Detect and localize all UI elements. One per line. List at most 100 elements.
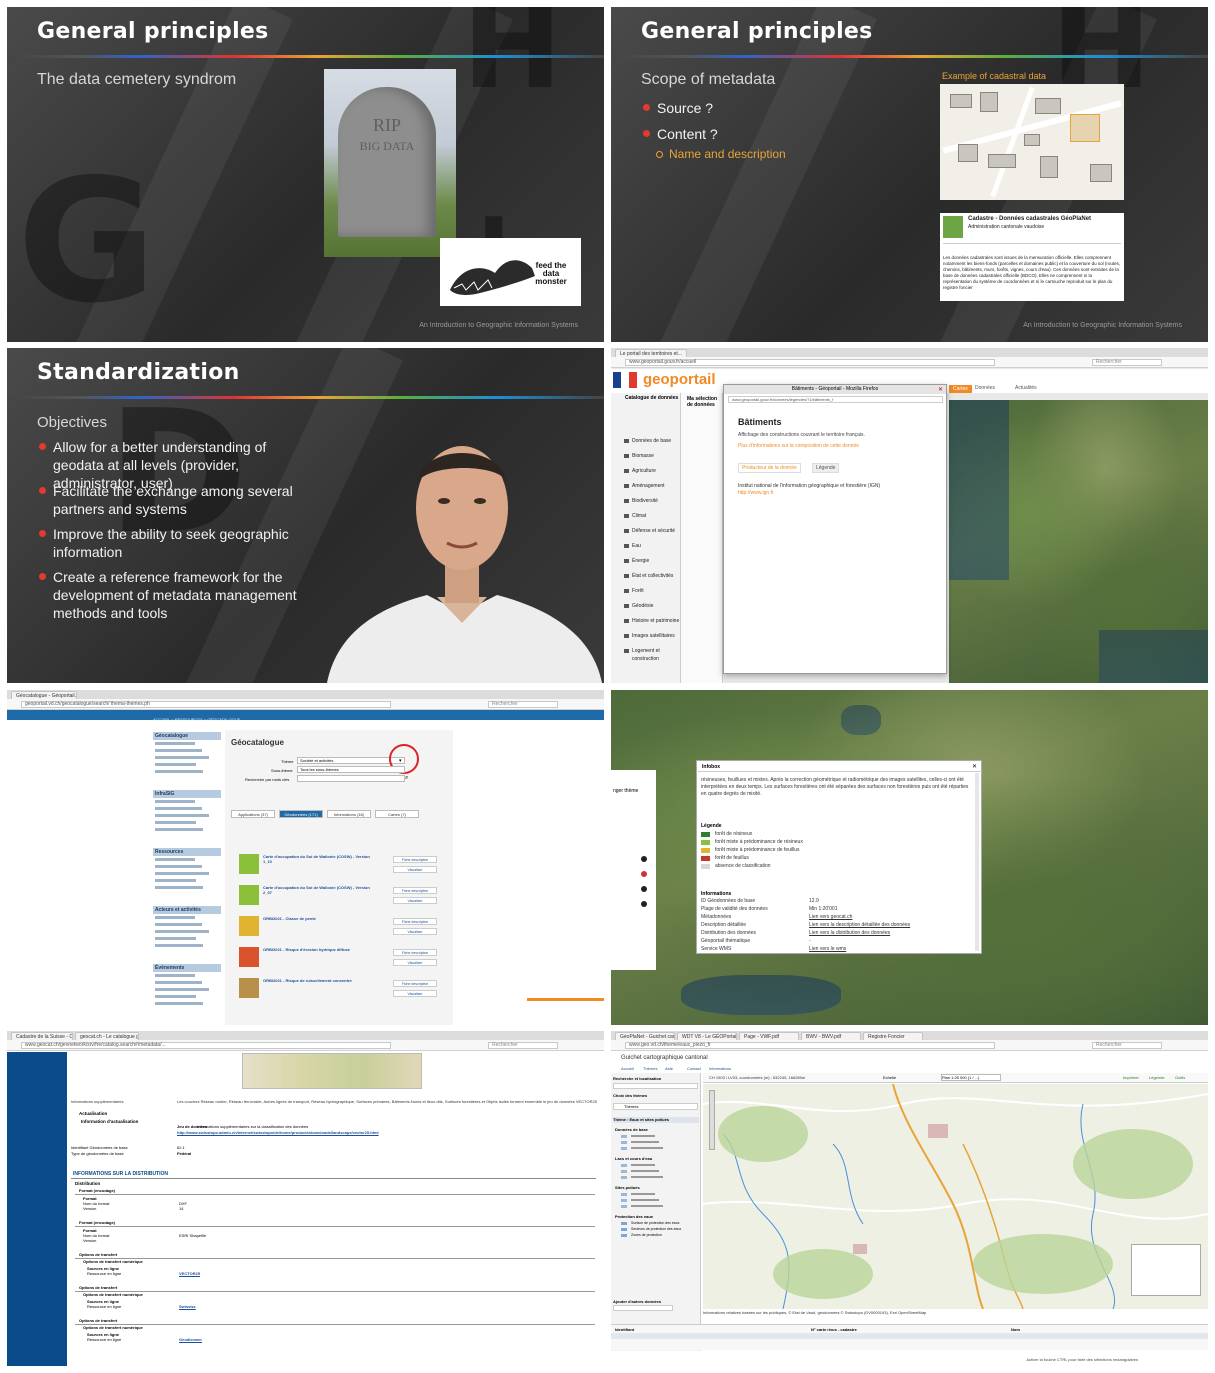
dataset-link[interactable]: http://www.swisstopo.admin.ch/internet/s… [177, 1130, 387, 1135]
catalog-item[interactable]: Biomasse [623, 452, 681, 460]
catalog-item[interactable]: État et collectivités [623, 572, 681, 580]
overview-map[interactable] [1131, 1244, 1201, 1296]
side-menu-link[interactable] [155, 821, 196, 824]
toolbar-button[interactable]: Légende [1149, 1075, 1165, 1080]
info-icon[interactable] [641, 886, 647, 892]
side-menu-link[interactable] [155, 930, 209, 933]
search-input[interactable]: Rechercher [488, 701, 558, 708]
scrollbar[interactable] [975, 773, 979, 951]
info-link[interactable]: Lien vers le wms [809, 946, 846, 952]
producer-link[interactable]: http://www.ign.fr [738, 490, 774, 496]
location-input[interactable] [613, 1083, 698, 1089]
catalog-item[interactable]: Forêt [623, 587, 681, 595]
result-title[interactable]: Carte d'occupation du Sol de Wallonie (C… [263, 854, 373, 864]
menu-item[interactable]: Thèmes [643, 1066, 657, 1071]
description-button[interactable]: Fiche descriptive [393, 856, 437, 863]
result-tab[interactable]: Informations (18) [327, 810, 371, 818]
browser-tab[interactable]: WDT V8 - Le GÉOPortail v... [677, 1032, 737, 1040]
side-menu-link[interactable] [155, 742, 195, 745]
layer-item-bar[interactable] [631, 1147, 663, 1149]
side-section-header[interactable]: Géocatalogue [153, 732, 221, 740]
side-section-header[interactable]: Ressources [153, 848, 221, 856]
menu-item[interactable]: Informations [709, 1066, 731, 1071]
result-tab[interactable]: Géodonnées (171) [279, 810, 323, 818]
side-menu-link[interactable] [155, 807, 202, 810]
table-header[interactable]: Identifiant [615, 1327, 634, 1332]
layer-group[interactable]: Lacs et cours d'eau [615, 1156, 652, 1161]
catalog-item[interactable]: Données de base [623, 437, 681, 445]
keyword-input[interactable] [297, 775, 405, 782]
browser-tab[interactable]: Page - VWF.pdf [739, 1032, 799, 1040]
layer-item-bar[interactable] [631, 1176, 663, 1178]
change-theme-label[interactable]: nger thème [613, 788, 638, 794]
info-link[interactable]: Lien vers la distribution des données [809, 930, 890, 936]
side-section-header[interactable]: Évènements [153, 964, 221, 972]
result-title[interactable]: Carte d'occupation du Sol de Wallonie (C… [263, 885, 373, 895]
catalog-item[interactable]: Climat [623, 512, 681, 520]
side-menu-link[interactable] [155, 865, 202, 868]
result-title[interactable]: ORBI2021 - Risque d'érosion hydrique dif… [263, 947, 373, 952]
theme-select[interactable]: Thèmes [613, 1103, 698, 1110]
side-menu-link[interactable] [155, 937, 196, 940]
scale-select[interactable]: Plan 1:25 000 (1 / ...) [941, 1074, 1001, 1081]
info-link[interactable]: Lien vers la description détaillée des d… [809, 922, 910, 928]
side-menu-link[interactable] [155, 944, 203, 947]
side-menu-link[interactable] [155, 916, 195, 919]
info-icon[interactable] [641, 871, 647, 877]
layer-item[interactable]: Zones de protection [631, 1233, 662, 1237]
view-button[interactable]: Visualiser [393, 959, 437, 966]
tab-producer[interactable]: Producteur de la donnée [738, 463, 801, 473]
browser-tab[interactable]: GéoPlaNet - Guichet carto... [615, 1032, 675, 1040]
search-icon[interactable]: ⌕ [405, 775, 408, 782]
side-section-header[interactable]: Acteurs et activités [153, 906, 221, 914]
info-link[interactable]: Lien vers geocat.ch [809, 914, 852, 920]
browser-tab[interactable]: Cadastre de la Suisse - Confé... [11, 1032, 73, 1040]
zoom-slider[interactable] [709, 1090, 715, 1150]
side-menu-link[interactable] [155, 886, 203, 889]
layer-item-bar[interactable] [631, 1170, 659, 1172]
menu-item[interactable]: Contact [687, 1066, 701, 1071]
info-icon[interactable] [641, 856, 647, 862]
result-thumbnail[interactable] [239, 885, 259, 905]
side-menu-link[interactable] [155, 879, 196, 882]
more-info-link[interactable]: Plus d'informations sur la composition d… [738, 443, 859, 449]
side-menu-link[interactable] [155, 756, 209, 759]
add-data-input[interactable] [613, 1305, 673, 1311]
catalog-item[interactable]: Géodésie [623, 602, 681, 610]
resource-link[interactable]: VECTOR25 [179, 1271, 200, 1276]
view-button[interactable]: Visualiser [393, 897, 437, 904]
nav-cartes[interactable]: Cartes [949, 385, 972, 393]
layer-group[interactable]: Sites pollués [615, 1185, 640, 1190]
layer-item-bar[interactable] [631, 1193, 655, 1195]
result-thumbnail[interactable] [239, 916, 259, 936]
description-button[interactable]: Fiche descriptive [393, 980, 437, 987]
subtheme-select[interactable]: Tous les sous-thèmes [297, 766, 405, 773]
side-menu-link[interactable] [155, 858, 195, 861]
result-thumbnail[interactable] [239, 978, 259, 998]
toolbar-button[interactable]: Imprimer [1123, 1075, 1139, 1080]
layer-item-bar[interactable] [631, 1199, 659, 1201]
side-menu-link[interactable] [155, 770, 203, 773]
side-menu-link[interactable] [155, 828, 203, 831]
side-menu-link[interactable] [155, 749, 202, 752]
layer-item[interactable]: Secteurs de protection des eaux [631, 1227, 681, 1231]
nav-donnees[interactable]: Données [975, 385, 995, 391]
catalog-item[interactable]: Eau [623, 542, 681, 550]
result-tab[interactable]: Applications (37) [231, 810, 275, 818]
address-input[interactable]: www.geoportail.gouv.fr/accueil [625, 359, 996, 366]
search-input[interactable]: Rechercher [1092, 1042, 1162, 1049]
result-title[interactable]: ORBI2021 - Risque de ruissellement conce… [263, 978, 373, 983]
catalog-item[interactable]: Logement et construction [623, 647, 681, 662]
search-input[interactable]: Rechercher [1092, 359, 1162, 366]
description-button[interactable]: Fiche descriptive [393, 887, 437, 894]
side-menu-link[interactable] [155, 988, 209, 991]
side-menu-link[interactable] [155, 872, 209, 875]
side-menu-link[interactable] [155, 923, 202, 926]
layer-item[interactable]: Surface de protection des eaux [631, 1221, 679, 1225]
description-button[interactable]: Fiche descriptive [393, 949, 437, 956]
side-menu-link[interactable] [155, 981, 202, 984]
catalog-item[interactable]: Biodiversité [623, 497, 681, 505]
table-header[interactable]: Nom [1011, 1327, 1020, 1332]
menu-item[interactable]: Aide [665, 1066, 673, 1071]
resource-link[interactable]: Geodienwer [179, 1337, 202, 1342]
